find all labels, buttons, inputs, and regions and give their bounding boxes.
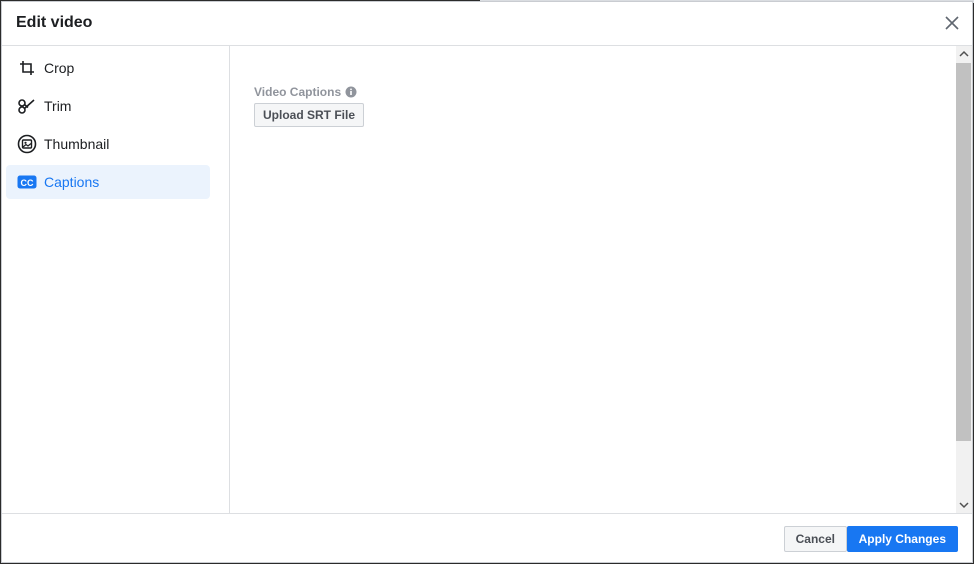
scroll-thumb[interactable] xyxy=(956,63,971,441)
info-icon[interactable] xyxy=(345,86,357,98)
sidebar-item-label: Crop xyxy=(44,60,75,76)
dialog-title: Edit video xyxy=(16,14,93,31)
scroll-up-arrow[interactable] xyxy=(956,46,972,62)
scrollbar[interactable] xyxy=(956,46,972,513)
close-button[interactable] xyxy=(942,13,962,33)
sidebar-item-label: Captions xyxy=(44,174,100,190)
close-icon xyxy=(945,16,959,30)
scroll-down-arrow[interactable] xyxy=(956,497,972,513)
scissors-icon xyxy=(16,95,38,117)
sidebar-item-trim[interactable]: Trim xyxy=(6,89,210,123)
dialog-header: Edit video xyxy=(2,2,972,46)
svg-text:CC: CC xyxy=(21,178,34,188)
crop-icon xyxy=(16,57,38,79)
thumbnail-icon xyxy=(16,133,38,155)
upload-srt-button[interactable]: Upload SRT File xyxy=(254,103,365,127)
cc-icon: CC xyxy=(16,171,38,193)
sidebar-item-crop[interactable]: Crop xyxy=(6,51,210,85)
section-label-text: Video Captions xyxy=(254,85,342,99)
sidebar-item-label: Thumbnail xyxy=(44,136,110,152)
chevron-down-icon xyxy=(959,502,969,509)
edit-video-dialog: Edit video Crop Trim Thumbnail CC Captio… xyxy=(1,1,973,563)
video-captions-label: Video Captions xyxy=(254,85,357,99)
cancel-button[interactable]: Cancel xyxy=(783,526,847,552)
sidebar: Crop Trim Thumbnail CC Captions xyxy=(2,46,230,513)
chevron-up-icon xyxy=(959,50,969,57)
dialog-footer: Cancel Apply Changes xyxy=(2,513,972,562)
sidebar-item-thumbnail[interactable]: Thumbnail xyxy=(6,127,210,161)
apply-changes-button[interactable]: Apply Changes xyxy=(846,526,958,552)
captions-panel: Video Captions Upload SRT File xyxy=(230,46,956,513)
sidebar-item-label: Trim xyxy=(44,98,72,114)
sidebar-item-captions[interactable]: CC Captions xyxy=(6,165,210,199)
